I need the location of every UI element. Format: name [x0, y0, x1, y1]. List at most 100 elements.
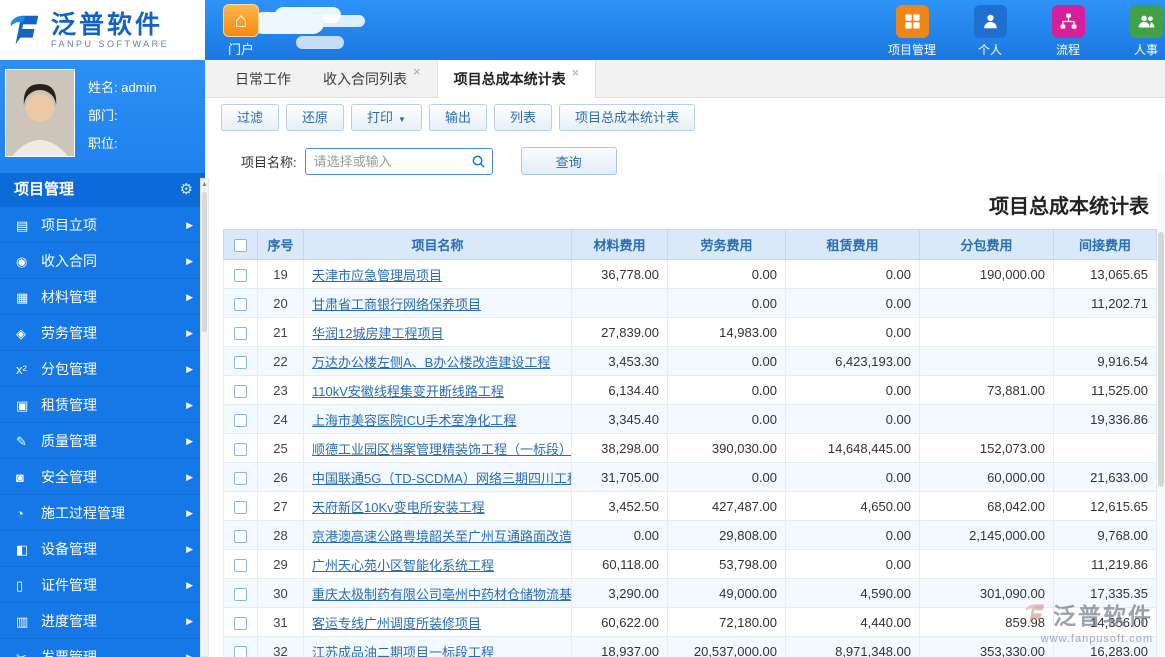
close-icon[interactable]: × — [413, 64, 421, 79]
process-icon: ◔ — [16, 506, 24, 521]
chevron-right-icon: ▶ — [186, 364, 193, 374]
content-scrollbar-left[interactable]: ▲ — [200, 178, 209, 657]
fanpu-logo-icon — [10, 15, 39, 45]
sidebar-item[interactable]: ▦ 材料管理 ▶ — [0, 279, 205, 315]
column-header[interactable]: 项目名称 — [303, 229, 572, 260]
row-checkbox[interactable] — [234, 500, 247, 514]
sidebar-item[interactable]: ✂发票管理 ▶ — [0, 639, 205, 657]
row-checkbox[interactable] — [234, 645, 247, 657]
row-checkbox[interactable] — [234, 413, 247, 427]
toolbar-button[interactable]: 打印 ▼ — [351, 104, 422, 131]
top-nav-item[interactable]: 个人 — [961, 5, 1019, 58]
indirect-cost — [1053, 317, 1157, 347]
project-link[interactable]: 江苏成品油二期项目一标段工程 — [312, 645, 494, 657]
tabbar: 日常工作 收入合同列表 × 项目总成本统计表 × — [205, 60, 1165, 98]
row-index: 20 — [257, 288, 304, 318]
query-button[interactable]: 查询 — [520, 147, 617, 175]
lease-cost: 6,423,193.00 — [785, 346, 920, 376]
project-link[interactable]: 客运专线广州调度所装修项目 — [312, 616, 481, 631]
row-checkbox[interactable] — [234, 268, 247, 282]
table-row: 29 广州天心苑小区智能化系统工程 60,118.00 53,798.00 0.00 11… — [223, 549, 1157, 579]
sidebar-item[interactable]: ◉ 收入合同 ▶ — [0, 243, 205, 279]
sidebar-item[interactable]: ▤ 项目立项 ▶ — [0, 207, 205, 243]
row-checkbox[interactable] — [234, 442, 247, 456]
sidebar-item[interactable]: ◧ 设备管理 ▶ — [0, 531, 205, 567]
scroll-up-icon[interactable]: ▲ — [201, 179, 208, 190]
labor-cost: 72,180.00 — [667, 607, 786, 637]
column-header[interactable]: 劳务费用 — [667, 229, 786, 260]
project-link[interactable]: 中国联通5G（TD-SCDMA）网络三期四川工程 — [312, 471, 571, 486]
toolbar-button[interactable]: 列表 — [493, 104, 552, 131]
tab-label: 收入合同列表 — [323, 70, 407, 87]
close-icon[interactable]: × — [572, 65, 580, 80]
row-checkbox[interactable] — [234, 384, 247, 398]
material-cost: 60,118.00 — [571, 549, 668, 579]
project-link[interactable]: 华润12城房建工程项目 — [312, 326, 443, 341]
row-index: 23 — [257, 375, 304, 405]
project-link[interactable]: 天府新区10Kv变电所安装工程 — [312, 500, 485, 515]
project-link[interactable]: 广州天心苑小区智能化系统工程 — [312, 558, 494, 573]
sidebar-item-label: 劳务管理 — [41, 325, 97, 341]
scrollbar-thumb[interactable] — [1158, 232, 1164, 487]
row-checkbox[interactable] — [234, 326, 247, 340]
labor-cost: 49,000.00 — [667, 578, 786, 608]
sidebar-item[interactable]: x² 分包管理 ▶ — [0, 351, 205, 387]
project-name-input[interactable] — [304, 147, 493, 175]
scrollbar-thumb[interactable] — [202, 192, 207, 332]
tab[interactable]: 收入合同列表 × — [307, 60, 437, 97]
top-nav-item[interactable]: 人事 — [1117, 5, 1165, 58]
tab[interactable]: 项目总成本统计表 × — [436, 60, 597, 98]
portal-button[interactable]: ⌂ 门户 — [218, 4, 264, 58]
row-checkbox[interactable] — [234, 587, 247, 601]
lease-cost: 8,971,348.00 — [785, 636, 920, 657]
column-header[interactable]: 材料费用 — [571, 229, 668, 260]
sidebar-item[interactable]: ▣ 租赁管理 ▶ — [0, 387, 205, 423]
project-link[interactable]: 天津市应急管理局项目 — [312, 268, 442, 283]
chevron-right-icon: ▶ — [186, 472, 193, 482]
row-checkbox[interactable] — [234, 529, 247, 543]
sidebar-item-label: 项目立项 — [41, 217, 97, 233]
subcontract-cost — [919, 317, 1054, 347]
project-link[interactable]: 顺德工业园区档案管理精装饰工程（一标段） — [312, 442, 571, 457]
column-header[interactable]: 分包费用 — [919, 229, 1054, 260]
row-checkbox[interactable] — [234, 558, 247, 572]
project-link[interactable]: 110kV安徽线程集变开断线路工程 — [312, 384, 504, 399]
sidebar-item[interactable]: ◈ 劳务管理 ▶ — [0, 315, 205, 351]
sidebar-item[interactable]: ▯ 证件管理 ▶ — [0, 567, 205, 603]
row-checkbox[interactable] — [234, 297, 247, 311]
row-checkbox[interactable] — [234, 355, 247, 369]
toolbar-button[interactable]: 还原 — [286, 104, 345, 131]
column-header[interactable]: 租赁费用 — [785, 229, 920, 260]
toolbar-button[interactable]: 输出 — [428, 104, 487, 131]
subcontract-cost: 2,145,000.00 — [919, 520, 1054, 550]
sidebar-item[interactable]: ◙ 安全管理 ▶ — [0, 459, 205, 495]
sidebar-item[interactable]: ◔ 施工过程管理 ▶ — [0, 495, 205, 531]
labor-icon: ◈ — [16, 326, 26, 341]
project-link[interactable]: 上海市美容医院ICU手术室净化工程 — [312, 413, 516, 428]
sidebar-item[interactable]: ▥ 进度管理 ▶ — [0, 603, 205, 639]
project-link[interactable]: 万达办公楼左侧A、B办公楼改造建设工程 — [312, 355, 550, 370]
gear-icon[interactable]: ⚙ — [180, 173, 193, 207]
project-link[interactable]: 甘肃省工商银行网络保养项目 — [312, 297, 481, 312]
chevron-right-icon: ▶ — [186, 652, 193, 657]
content-scrollbar-right[interactable] — [1157, 172, 1165, 657]
column-header[interactable]: 间接费用 — [1053, 229, 1157, 260]
lease-cost: 0.00 — [785, 549, 920, 579]
toolbar-button[interactable]: 项目总成本统计表 — [559, 104, 696, 131]
top-nav: 项目管理 个人 流程 人事 — [883, 5, 1165, 58]
column-header[interactable]: 序号 — [257, 229, 304, 260]
project-link[interactable]: 京港澳高速公路粤境韶关至广州互通路面改造 — [312, 529, 571, 544]
row-checkbox[interactable] — [234, 471, 247, 485]
tab[interactable]: 日常工作 — [219, 60, 307, 97]
toolbar-button[interactable]: 过滤 — [221, 104, 280, 131]
lease-cost: 0.00 — [785, 375, 920, 405]
top-nav-item[interactable]: 流程 — [1039, 5, 1097, 58]
search-icon[interactable] — [471, 154, 486, 174]
select-all-checkbox[interactable] — [234, 239, 247, 253]
row-checkbox[interactable] — [234, 616, 247, 630]
sidebar-item[interactable]: ✎ 质量管理 ▶ — [0, 423, 205, 459]
safety-icon: ◙ — [16, 470, 24, 485]
chevron-right-icon: ▶ — [186, 256, 193, 266]
top-nav-item[interactable]: 项目管理 — [883, 5, 941, 58]
project-link[interactable]: 重庆太极制药有限公司亳州中药材仓储物流基 — [312, 587, 571, 602]
